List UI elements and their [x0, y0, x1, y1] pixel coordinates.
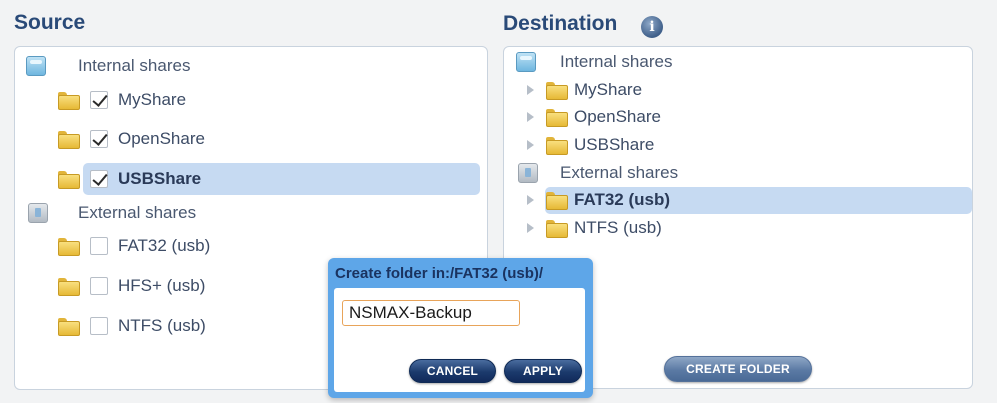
- dialog-body: CANCEL APPLY: [334, 288, 585, 392]
- item-label: MyShare: [118, 90, 187, 109]
- folder-icon: [58, 318, 80, 336]
- item-label: MyShare: [574, 80, 643, 99]
- item-label: NTFS (usb): [118, 316, 206, 335]
- folder-icon: [58, 238, 80, 256]
- expand-arrow-icon[interactable]: [527, 112, 534, 122]
- info-icon[interactable]: i: [641, 16, 663, 38]
- source-item-openshare[interactable]: OpenShare: [58, 123, 205, 155]
- create-folder-dialog: Create folder in:/FAT32 (usb)/ CANCEL AP…: [328, 258, 593, 398]
- myshare-checkbox[interactable]: [90, 91, 108, 109]
- folder-icon: [546, 220, 568, 238]
- create-folder-button[interactable]: CREATE FOLDER: [664, 356, 812, 382]
- expand-arrow-icon[interactable]: [527, 195, 534, 205]
- external-drive-icon: [28, 203, 48, 223]
- group-label: External shares: [78, 203, 197, 222]
- destination-title: Destination: [503, 12, 618, 35]
- source-internal-shares-group[interactable]: Internal shares: [26, 50, 190, 82]
- folder-icon: [546, 82, 568, 100]
- expand-arrow-icon[interactable]: [527, 140, 534, 150]
- hfs-checkbox[interactable]: [90, 277, 108, 295]
- cancel-button[interactable]: CANCEL: [409, 359, 496, 383]
- folder-icon: [546, 137, 568, 155]
- apply-button[interactable]: APPLY: [504, 359, 582, 383]
- group-label: Internal shares: [78, 56, 191, 75]
- external-drive-icon: [518, 163, 538, 183]
- source-item-myshare[interactable]: MyShare: [58, 84, 186, 116]
- source-external-shares-group[interactable]: External shares: [28, 197, 196, 229]
- item-label: HFS+ (usb): [118, 276, 206, 295]
- item-label: FAT32 (usb): [574, 190, 671, 209]
- item-label: FAT32 (usb): [118, 236, 211, 255]
- folder-icon: [58, 92, 80, 110]
- group-label: External shares: [560, 163, 679, 182]
- dest-item-ntfs[interactable]: NTFS (usb): [527, 212, 662, 244]
- folder-name-input[interactable]: [342, 300, 520, 326]
- item-label: USBShare: [118, 169, 202, 188]
- ntfs-checkbox[interactable]: [90, 317, 108, 335]
- folder-icon: [58, 131, 80, 149]
- expand-arrow-icon[interactable]: [527, 85, 534, 95]
- openshare-checkbox[interactable]: [90, 130, 108, 148]
- item-label: USBShare: [574, 135, 655, 154]
- folder-icon: [546, 192, 568, 210]
- item-label: OpenShare: [574, 107, 661, 126]
- source-item-hfs[interactable]: HFS+ (usb): [58, 270, 205, 302]
- source-item-fat32[interactable]: FAT32 (usb): [58, 230, 210, 262]
- item-label: OpenShare: [118, 129, 205, 148]
- folder-icon: [58, 278, 80, 296]
- usbshare-checkbox[interactable]: [90, 170, 108, 188]
- fat32-checkbox[interactable]: [90, 237, 108, 255]
- source-title: Source: [14, 11, 86, 34]
- internal-drive-icon: [516, 52, 536, 72]
- source-item-usbshare[interactable]: USBShare: [58, 163, 201, 195]
- item-label: NTFS (usb): [574, 218, 662, 237]
- dialog-title: Create folder in:/FAT32 (usb)/: [335, 265, 544, 282]
- folder-icon: [58, 171, 80, 189]
- group-label: Internal shares: [560, 52, 673, 71]
- folder-icon: [546, 109, 568, 127]
- source-item-ntfs[interactable]: NTFS (usb): [58, 310, 206, 342]
- internal-drive-icon: [26, 56, 46, 76]
- expand-arrow-icon[interactable]: [527, 223, 534, 233]
